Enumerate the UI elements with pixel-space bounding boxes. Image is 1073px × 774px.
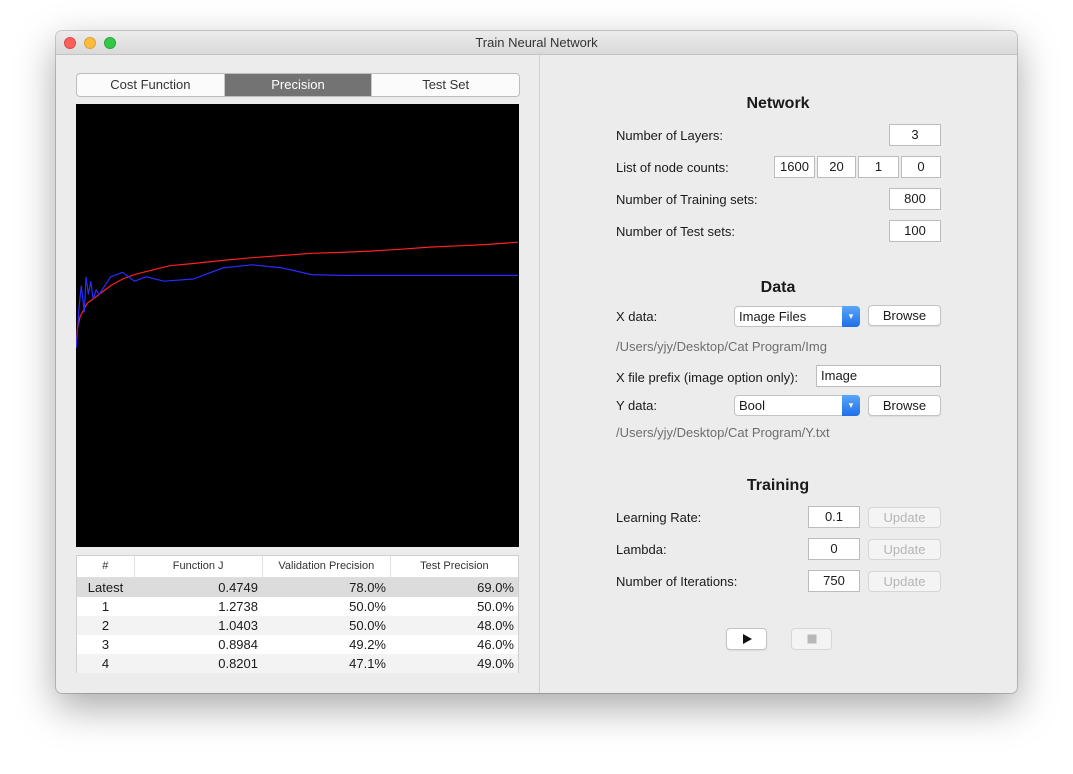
cell-validation-precision: 50.0% bbox=[349, 599, 386, 614]
tab-cost-function[interactable]: Cost Function bbox=[77, 74, 225, 96]
x-data-label: X data: bbox=[616, 309, 658, 324]
y-data-selected-value: Bool bbox=[739, 398, 766, 413]
iterations-label: Number of Iterations: bbox=[616, 574, 738, 589]
chart-tabs: Cost Function Precision Test Set bbox=[76, 73, 520, 97]
stop-training-button[interactable] bbox=[791, 628, 832, 650]
cell-function-j: 1.2738 bbox=[218, 599, 258, 614]
learning-rate-field[interactable]: 0.1 bbox=[808, 506, 860, 528]
cell-test-precision: 49.0% bbox=[477, 656, 514, 671]
training-heading: Training bbox=[746, 477, 810, 494]
table-header: # Function J Validation Precision Test P… bbox=[77, 556, 518, 578]
x-data-path: /Users/yjy/Desktop/Cat Program/Img bbox=[616, 339, 827, 354]
table-row[interactable]: Latest 0.4749 78.0% 69.0% bbox=[77, 578, 518, 597]
update-learning-rate-button[interactable]: Update bbox=[868, 507, 941, 528]
header-test-precision[interactable]: Test Precision bbox=[391, 556, 518, 577]
lambda-field[interactable]: 0 bbox=[808, 538, 860, 560]
play-icon bbox=[742, 634, 752, 644]
cell-index: 3 bbox=[101, 637, 110, 652]
header-index[interactable]: # bbox=[77, 556, 135, 577]
table-row[interactable]: 2 1.0403 50.0% 48.0% bbox=[77, 616, 518, 635]
table-row[interactable]: 4 0.8201 47.1% 49.0% bbox=[77, 654, 518, 673]
test-sets-field[interactable]: 100 bbox=[889, 220, 941, 242]
cell-index: Latest bbox=[87, 580, 124, 595]
x-data-selected-value: Image Files bbox=[739, 309, 807, 324]
layers-label: Number of Layers: bbox=[616, 128, 723, 143]
node-count-field-4[interactable]: 0 bbox=[901, 156, 941, 178]
cell-test-precision: 46.0% bbox=[477, 637, 514, 652]
cell-index: 4 bbox=[101, 656, 110, 671]
main-window: Train Neural Network Cost Function Preci… bbox=[56, 31, 1017, 693]
cell-test-precision: 48.0% bbox=[477, 618, 514, 633]
cell-index: 1 bbox=[101, 599, 110, 614]
cell-function-j: 0.4749 bbox=[218, 580, 258, 595]
iterations-field[interactable]: 750 bbox=[808, 570, 860, 592]
stop-icon bbox=[807, 634, 816, 644]
tab-test-set[interactable]: Test Set bbox=[372, 74, 519, 96]
table-row[interactable]: 1 1.2738 50.0% 50.0% bbox=[77, 597, 518, 616]
learning-rate-label: Learning Rate: bbox=[616, 510, 702, 525]
cell-validation-precision: 47.1% bbox=[349, 656, 386, 671]
update-iterations-button[interactable]: Update bbox=[868, 571, 941, 592]
y-data-path: /Users/yjy/Desktop/Cat Program/Y.txt bbox=[616, 425, 830, 440]
chevron-updown-icon: ▾ bbox=[842, 395, 860, 416]
training-sets-label: Number of Training sets: bbox=[616, 192, 758, 207]
panel-divider bbox=[539, 55, 540, 693]
cell-test-precision: 50.0% bbox=[477, 599, 514, 614]
data-heading: Data bbox=[760, 279, 796, 296]
cell-validation-precision: 49.2% bbox=[349, 637, 386, 652]
red-series-line bbox=[75, 241, 519, 348]
precision-chart bbox=[75, 241, 519, 348]
blue-series-line bbox=[75, 264, 518, 348]
prefix-label: X file prefix (image option only): bbox=[616, 370, 799, 385]
prefix-field[interactable]: Image bbox=[816, 365, 941, 387]
node-count-field-1[interactable]: 1600 bbox=[774, 156, 815, 178]
cell-function-j: 0.8201 bbox=[218, 656, 258, 671]
node-count-field-3[interactable]: 1 bbox=[858, 156, 899, 178]
precision-plot bbox=[75, 104, 519, 547]
node-counts-label: List of node counts: bbox=[616, 160, 729, 175]
node-count-field-2[interactable]: 20 bbox=[817, 156, 856, 178]
start-training-button[interactable] bbox=[726, 628, 767, 650]
x-data-select[interactable]: Image Files ▾ bbox=[734, 306, 860, 327]
header-validation-precision[interactable]: Validation Precision bbox=[263, 556, 391, 577]
cell-function-j: 1.0403 bbox=[218, 618, 258, 633]
cell-validation-precision: 50.0% bbox=[349, 618, 386, 633]
title-bar: Train Neural Network bbox=[56, 31, 1017, 55]
y-data-label: Y data: bbox=[616, 398, 657, 413]
cell-test-precision: 69.0% bbox=[477, 580, 514, 595]
table-row[interactable]: 3 0.8984 49.2% 46.0% bbox=[77, 635, 518, 654]
cell-index: 2 bbox=[101, 618, 110, 633]
update-lambda-button[interactable]: Update bbox=[868, 539, 941, 560]
chevron-updown-icon: ▾ bbox=[842, 306, 860, 327]
training-sets-field[interactable]: 800 bbox=[889, 188, 941, 210]
network-heading: Network bbox=[746, 95, 810, 112]
x-browse-button[interactable]: Browse bbox=[868, 305, 941, 326]
header-function-j[interactable]: Function J bbox=[135, 556, 263, 577]
window-title: Train Neural Network bbox=[475, 35, 598, 50]
tab-precision[interactable]: Precision bbox=[224, 74, 373, 96]
cell-function-j: 0.8984 bbox=[218, 637, 258, 652]
results-table: # Function J Validation Precision Test P… bbox=[76, 555, 519, 673]
lambda-label: Lambda: bbox=[616, 542, 667, 557]
test-sets-label: Number of Test sets: bbox=[616, 224, 735, 239]
y-browse-button[interactable]: Browse bbox=[868, 395, 941, 416]
layers-field[interactable]: 3 bbox=[889, 124, 941, 146]
y-data-select[interactable]: Bool ▾ bbox=[734, 395, 860, 416]
cell-validation-precision: 78.0% bbox=[349, 580, 386, 595]
